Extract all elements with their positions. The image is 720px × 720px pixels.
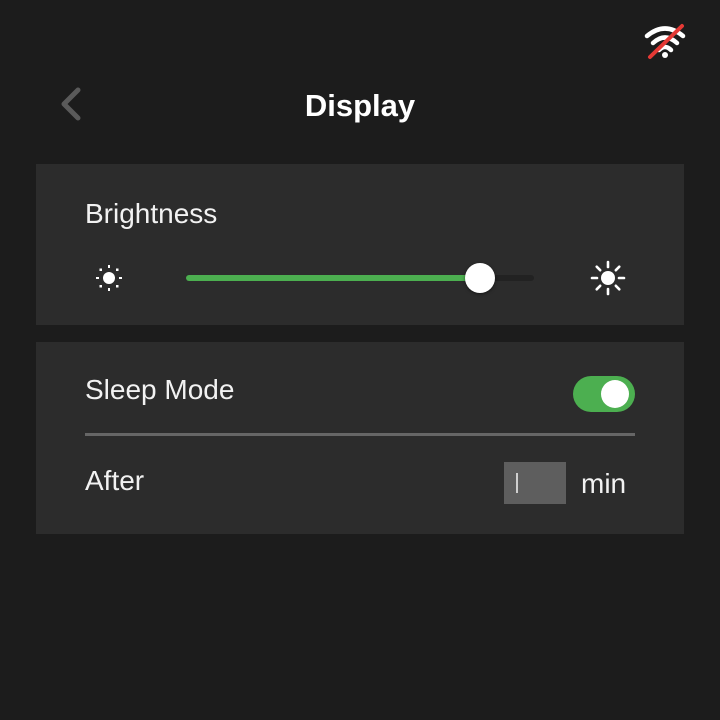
page-title: Display [304,88,416,123]
sleep-mode-card: Sleep Mode After min [36,342,684,534]
sleep-mode-label: Sleep Mode [85,374,235,405]
sleep-mode-toggle-knob [601,380,629,408]
brightness-slider-fill [186,275,481,281]
divider [85,433,635,436]
sun-high-icon [590,260,626,296]
sleep-mode-toggle[interactable] [573,376,635,412]
wifi-off-icon [644,24,686,59]
sleep-minutes-input[interactable] [504,462,566,504]
text-cursor [516,473,518,493]
display-settings-screen: Display Brightness Sleep Mode After min [0,0,720,720]
after-label: After [85,465,145,496]
minutes-unit-label: min [581,468,627,499]
brightness-card: Brightness [36,164,684,325]
brightness-slider-thumb[interactable] [465,263,496,293]
brightness-slider[interactable] [186,263,534,293]
sun-low-icon [96,265,122,291]
brightness-label: Brightness [85,198,218,229]
